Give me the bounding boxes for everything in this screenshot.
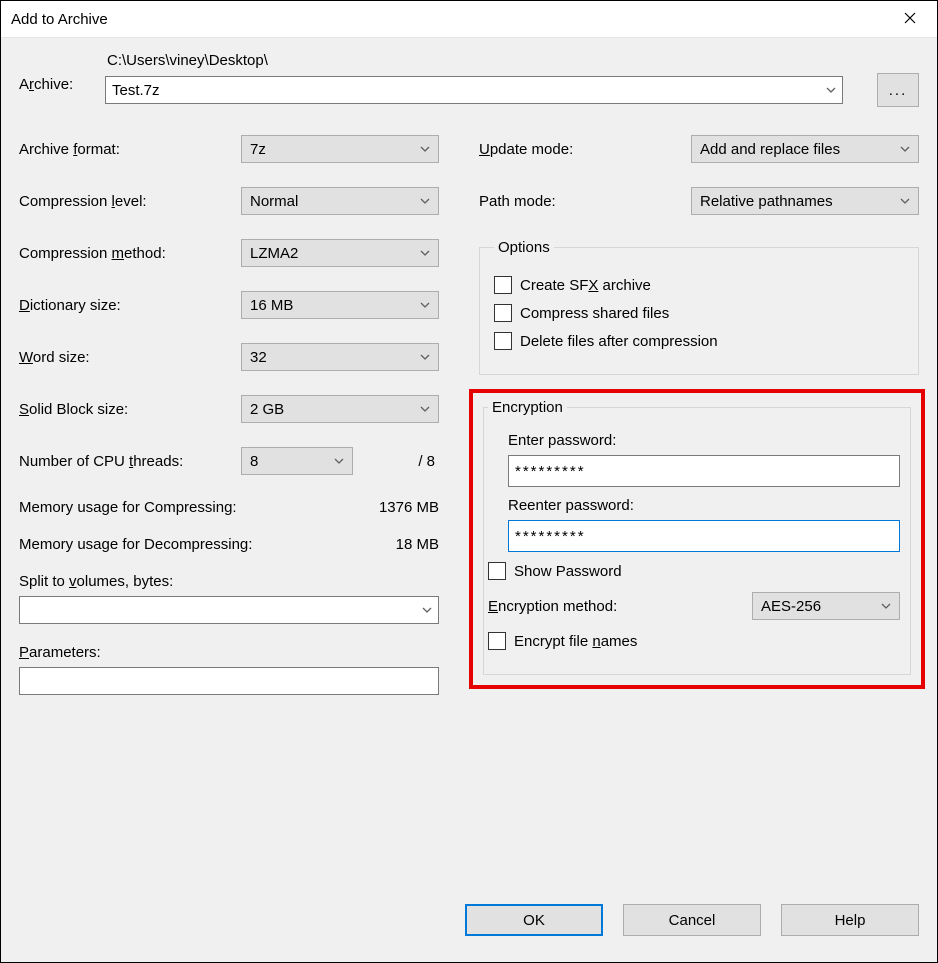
- compression-level-select[interactable]: Normal: [241, 187, 439, 215]
- encryption-method-label: Encryption method:: [488, 598, 617, 615]
- cpu-threads-total: / 8: [418, 453, 439, 470]
- archive-filename-value: Test.7z: [112, 82, 160, 99]
- encryption-legend: Encryption: [488, 399, 567, 416]
- encryption-highlight: Encryption Enter password: ********* Ree…: [469, 389, 925, 689]
- compress-shared-checkbox[interactable]: [494, 304, 512, 322]
- dialog-buttons: OK Cancel Help: [1, 904, 937, 962]
- encryption-group: Encryption Enter password: ********* Ree…: [483, 399, 911, 675]
- create-sfx-row[interactable]: Create SFX archive: [494, 276, 904, 294]
- compression-method-select[interactable]: LZMA2: [241, 239, 439, 267]
- chevron-down-icon: [420, 354, 430, 360]
- ok-button[interactable]: OK: [465, 904, 603, 936]
- show-password-row[interactable]: Show Password: [488, 562, 900, 580]
- show-password-label: Show Password: [514, 563, 622, 580]
- update-mode-label: Update mode:: [479, 141, 573, 158]
- update-mode-select[interactable]: Add and replace files: [691, 135, 919, 163]
- memory-compress-value: 1376 MB: [379, 499, 439, 516]
- chevron-down-icon: [900, 146, 910, 152]
- delete-after-label: Delete files after compression: [520, 333, 718, 350]
- chevron-down-icon: [420, 146, 430, 152]
- split-volumes-combo[interactable]: [19, 596, 439, 624]
- browse-button[interactable]: ...: [877, 73, 919, 107]
- dictionary-size-select[interactable]: 16 MB: [241, 291, 439, 319]
- compress-shared-row[interactable]: Compress shared files: [494, 304, 904, 322]
- close-icon: [904, 11, 916, 28]
- parameters-input[interactable]: [19, 667, 439, 695]
- delete-after-row[interactable]: Delete files after compression: [494, 332, 904, 350]
- archive-label: Archive:: [19, 52, 105, 93]
- word-size-select[interactable]: 32: [241, 343, 439, 371]
- cpu-threads-label: Number of CPU threads:: [19, 453, 183, 470]
- cancel-button[interactable]: Cancel: [623, 904, 761, 936]
- chevron-down-icon: [826, 87, 836, 93]
- archive-format-label: Archive format:: [19, 141, 241, 158]
- memory-compress-label: Memory usage for Compressing:: [19, 499, 237, 516]
- reenter-password-label: Reenter password:: [508, 497, 900, 514]
- memory-decompress-value: 18 MB: [396, 536, 439, 553]
- parameters-label: Parameters:: [19, 644, 439, 661]
- archive-path: C:\Users\viney\Desktop\: [105, 52, 919, 69]
- close-button[interactable]: [887, 3, 933, 35]
- compression-method-label: Compression method:: [19, 245, 241, 262]
- chevron-down-icon: [422, 607, 432, 613]
- create-sfx-label: Create SFX archive: [520, 277, 651, 294]
- chevron-down-icon: [420, 302, 430, 308]
- options-group: Options Create SFX archive Compress shar…: [479, 239, 919, 375]
- help-button[interactable]: Help: [781, 904, 919, 936]
- window-title: Add to Archive: [11, 11, 108, 28]
- dictionary-size-label: Dictionary size:: [19, 297, 241, 314]
- chevron-down-icon: [900, 198, 910, 204]
- archive-filename-combo[interactable]: Test.7z: [105, 76, 843, 104]
- split-volumes-label: Split to volumes, bytes:: [19, 573, 439, 590]
- path-mode-label: Path mode:: [479, 193, 556, 210]
- chevron-down-icon: [881, 603, 891, 609]
- encrypt-filenames-row[interactable]: Encrypt file names: [488, 632, 900, 650]
- encrypt-filenames-checkbox[interactable]: [488, 632, 506, 650]
- solid-block-size-label: Solid Block size:: [19, 401, 241, 418]
- options-legend: Options: [494, 239, 554, 256]
- chevron-down-icon: [334, 458, 344, 464]
- encryption-method-select[interactable]: AES-256: [752, 592, 900, 620]
- path-mode-select[interactable]: Relative pathnames: [691, 187, 919, 215]
- delete-after-checkbox[interactable]: [494, 332, 512, 350]
- reenter-password-input[interactable]: *********: [508, 520, 900, 552]
- compression-level-label: Compression level:: [19, 193, 241, 210]
- enter-password-label: Enter password:: [508, 432, 900, 449]
- add-to-archive-dialog: Add to Archive Archive: C:\Users\viney\D…: [0, 0, 938, 963]
- chevron-down-icon: [420, 406, 430, 412]
- show-password-checkbox[interactable]: [488, 562, 506, 580]
- word-size-label: Word size:: [19, 349, 241, 366]
- memory-decompress-label: Memory usage for Decompressing:: [19, 536, 252, 553]
- solid-block-size-select[interactable]: 2 GB: [241, 395, 439, 423]
- chevron-down-icon: [420, 250, 430, 256]
- create-sfx-checkbox[interactable]: [494, 276, 512, 294]
- titlebar: Add to Archive: [1, 1, 937, 38]
- archive-format-select[interactable]: 7z: [241, 135, 439, 163]
- encrypt-filenames-label: Encrypt file names: [514, 633, 637, 650]
- compress-shared-label: Compress shared files: [520, 305, 669, 322]
- enter-password-input[interactable]: *********: [508, 455, 900, 487]
- cpu-threads-select[interactable]: 8: [241, 447, 353, 475]
- chevron-down-icon: [420, 198, 430, 204]
